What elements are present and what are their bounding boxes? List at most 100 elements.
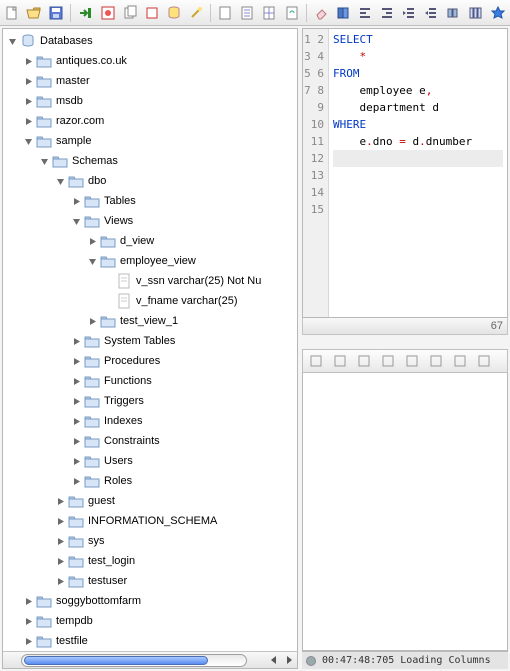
- tree-row[interactable]: testfile: [5, 631, 297, 651]
- doc-grid-icon[interactable]: [259, 2, 279, 24]
- chevron-right-icon[interactable]: [23, 76, 34, 87]
- tree-row[interactable]: soggybottomfarm: [5, 591, 297, 611]
- new-file-icon[interactable]: [2, 2, 22, 24]
- chevron-right-icon[interactable]: [23, 116, 34, 127]
- chevron-down-icon[interactable]: [23, 136, 34, 147]
- indent-icon[interactable]: [399, 2, 419, 24]
- tree-row[interactable]: Tables: [5, 191, 297, 211]
- first-icon[interactable]: [305, 350, 327, 372]
- chevron-right-icon[interactable]: [23, 636, 34, 647]
- tree-row[interactable]: sample: [5, 131, 297, 151]
- tree-row[interactable]: guest: [5, 491, 297, 511]
- next-icon[interactable]: [353, 350, 375, 372]
- columns-icon[interactable]: [466, 2, 486, 24]
- tree-row[interactable]: d_view: [5, 231, 297, 251]
- chevron-right-icon[interactable]: [71, 416, 82, 427]
- tree-row[interactable]: Views: [5, 211, 297, 231]
- tree-label: Tables: [102, 195, 136, 207]
- tree-row[interactable]: Functions: [5, 371, 297, 391]
- chevron-right-icon[interactable]: [71, 476, 82, 487]
- chevron-right-icon[interactable]: [55, 516, 66, 527]
- tree-row[interactable]: Indexes: [5, 411, 297, 431]
- save-icon[interactable]: [46, 2, 66, 24]
- tree-row[interactable]: INFORMATION_SCHEMA: [5, 511, 297, 531]
- tree-row[interactable]: testuser: [5, 571, 297, 591]
- chevron-down-icon[interactable]: [71, 216, 82, 227]
- chevron-right-icon[interactable]: [71, 196, 82, 207]
- tree-row[interactable]: Databases: [5, 31, 297, 51]
- sql-editor[interactable]: 1 2 3 4 5 6 7 8 9 10 11 12 13 14 15 SELE…: [302, 28, 508, 318]
- tree-row[interactable]: v_ssn varchar(25) Not Nu: [5, 271, 297, 291]
- book-icon[interactable]: [333, 2, 353, 24]
- chevron-right-icon[interactable]: [71, 456, 82, 467]
- chevron-down-icon[interactable]: [55, 176, 66, 187]
- refresh-red-icon[interactable]: [97, 2, 117, 24]
- tree-row[interactable]: antiques.co.uk: [5, 51, 297, 71]
- last-icon[interactable]: [377, 350, 399, 372]
- scroll-left-icon[interactable]: [265, 653, 281, 668]
- tree-row[interactable]: Constraints: [5, 431, 297, 451]
- chevron-right-icon[interactable]: [23, 616, 34, 627]
- chevron-right-icon[interactable]: [55, 496, 66, 507]
- chevron-right-icon[interactable]: [71, 376, 82, 387]
- doc-refresh-icon[interactable]: [282, 2, 302, 24]
- chevron-down-icon[interactable]: [39, 156, 50, 167]
- tree-row[interactable]: Schemas: [5, 151, 297, 171]
- tree-row[interactable]: master: [5, 71, 297, 91]
- tree-row[interactable]: Users: [5, 451, 297, 471]
- tree-row[interactable]: System Tables: [5, 331, 297, 351]
- tree-row[interactable]: Procedures: [5, 351, 297, 371]
- group-icon[interactable]: [443, 2, 463, 24]
- chevron-right-icon[interactable]: [71, 396, 82, 407]
- chevron-right-icon[interactable]: [71, 336, 82, 347]
- stop-icon[interactable]: [142, 2, 162, 24]
- chevron-right-icon[interactable]: [55, 576, 66, 587]
- insert-icon[interactable]: [401, 350, 423, 372]
- cylinder-icon[interactable]: [164, 2, 184, 24]
- star-icon[interactable]: [488, 2, 508, 24]
- tree-row[interactable]: dbo: [5, 171, 297, 191]
- chevron-right-icon[interactable]: [87, 236, 98, 247]
- chevron-down-icon[interactable]: [7, 36, 18, 47]
- tree-row[interactable]: tempdb: [5, 611, 297, 631]
- chevron-down-icon[interactable]: [87, 256, 98, 267]
- chevron-right-icon[interactable]: [55, 556, 66, 567]
- sql-code[interactable]: SELECT * FROM employee e, department d W…: [329, 29, 507, 317]
- doc1-icon[interactable]: [215, 2, 235, 24]
- align-left-icon[interactable]: [355, 2, 375, 24]
- tree-hscrollbar[interactable]: [3, 651, 297, 668]
- tree-row[interactable]: Triggers: [5, 391, 297, 411]
- grid-icon[interactable]: [449, 350, 471, 372]
- tree-row[interactable]: test_login: [5, 551, 297, 571]
- copy-icon[interactable]: [120, 2, 140, 24]
- results-pane[interactable]: [302, 373, 508, 651]
- tree-row[interactable]: v_fname varchar(25): [5, 291, 297, 311]
- tree-row[interactable]: sys: [5, 531, 297, 551]
- tree-row[interactable]: razor.com: [5, 111, 297, 131]
- tree-row[interactable]: test_view_1: [5, 311, 297, 331]
- db-tree[interactable]: Databasesantiques.co.ukmastermsdbrazor.c…: [3, 29, 297, 651]
- align-right-icon[interactable]: [377, 2, 397, 24]
- export-icon[interactable]: [473, 350, 495, 372]
- chevron-right-icon[interactable]: [23, 96, 34, 107]
- prev-icon[interactable]: [329, 350, 351, 372]
- scroll-right-icon[interactable]: [281, 653, 297, 668]
- chevron-right-icon[interactable]: [71, 356, 82, 367]
- delete-icon[interactable]: [425, 350, 447, 372]
- open-folder-icon[interactable]: [24, 2, 44, 24]
- chevron-right-icon[interactable]: [23, 56, 34, 67]
- outdent-icon[interactable]: [421, 2, 441, 24]
- doc-lines-icon[interactable]: [237, 2, 257, 24]
- editor-hscrollbar[interactable]: 67: [302, 318, 508, 335]
- wand-icon[interactable]: [186, 2, 206, 24]
- chevron-right-icon[interactable]: [23, 596, 34, 607]
- tree-hscroll-thumb[interactable]: [24, 656, 208, 665]
- import-icon[interactable]: [75, 2, 95, 24]
- eraser-icon[interactable]: [311, 2, 331, 24]
- chevron-right-icon[interactable]: [71, 436, 82, 447]
- tree-row[interactable]: employee_view: [5, 251, 297, 271]
- tree-row[interactable]: Roles: [5, 471, 297, 491]
- chevron-right-icon[interactable]: [55, 536, 66, 547]
- chevron-right-icon[interactable]: [87, 316, 98, 327]
- tree-row[interactable]: msdb: [5, 91, 297, 111]
